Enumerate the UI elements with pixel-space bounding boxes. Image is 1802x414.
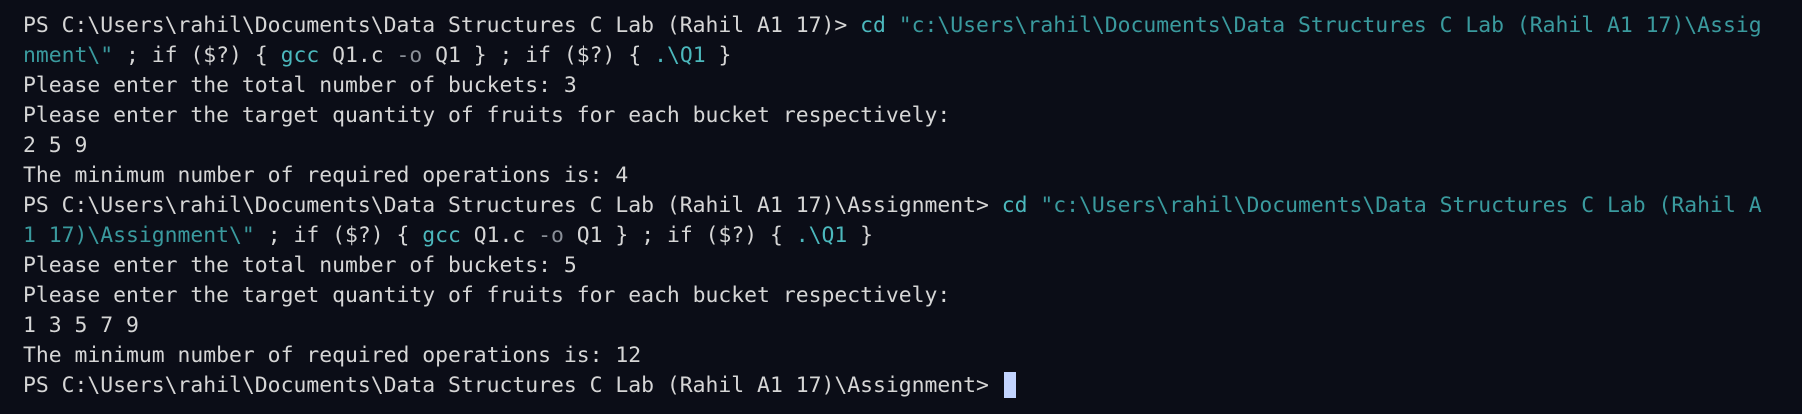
terminal-text-segment: }	[847, 223, 874, 248]
terminal-line: nment\" ; if ($?) { gcc Q1.c -o Q1 } ; i…	[23, 41, 1802, 71]
terminal-text-segment: Q1.c	[473, 223, 539, 248]
terminal-text-segment: cd	[860, 13, 899, 38]
terminal-text-segment: Q1.c	[332, 43, 397, 68]
terminal-line: Please enter the total number of buckets…	[23, 251, 1802, 281]
terminal-text-segment: The minimum number of required operation…	[23, 343, 642, 368]
terminal-text-segment: ; if ($?) {	[254, 223, 423, 248]
terminal-text-segment: "c:\Users\rahil\Documents\Data Structure…	[1040, 193, 1762, 218]
terminal-text-segment: The minimum number of required operation…	[23, 163, 629, 188]
terminal-text-segment: nment\"	[23, 43, 114, 68]
terminal-text-segment: 1 17)\Assignment\"	[23, 223, 255, 248]
terminal-line: Please enter the target quantity of frui…	[23, 281, 1802, 311]
terminal-text-segment: }	[705, 43, 732, 68]
terminal-text-segment: Please enter the total number of buckets…	[23, 253, 577, 278]
terminal-text-segment: PS C:\Users\rahil\Documents\Data Structu…	[23, 373, 1002, 398]
terminal-text-segment: gcc	[280, 43, 333, 68]
terminal-text-segment: .\Q1	[654, 43, 706, 68]
terminal-line: 1 17)\Assignment\" ; if ($?) { gcc Q1.c …	[23, 221, 1802, 251]
terminal-line: 2 5 9	[23, 131, 1802, 161]
terminal-line: The minimum number of required operation…	[23, 341, 1802, 371]
terminal-line: PS C:\Users\rahil\Documents\Data Structu…	[23, 191, 1802, 221]
terminal-text-segment: Please enter the target quantity of frui…	[23, 103, 951, 128]
terminal-line: The minimum number of required operation…	[23, 161, 1802, 191]
terminal-text-segment: Please enter the target quantity of frui…	[23, 283, 951, 308]
terminal-text-segment: PS C:\Users\rahil\Documents\Data Structu…	[23, 13, 861, 38]
terminal-text-segment: .\Q1	[795, 223, 848, 248]
terminal-text-segment: cd	[1001, 193, 1041, 218]
terminal-text-segment: 1 3 5 7 9	[23, 313, 139, 338]
terminal-text-segment: -o	[396, 43, 436, 68]
terminal-text-segment: PS C:\Users\rahil\Documents\Data Structu…	[23, 193, 1002, 218]
terminal-text-segment: gcc	[422, 223, 474, 248]
terminal-text-segment: ; if ($?) {	[113, 43, 281, 68]
terminal-cursor[interactable]	[1003, 372, 1016, 398]
terminal-text-segment: 2 5 9	[23, 133, 88, 158]
terminal-line: PS C:\Users\rahil\Documents\Data Structu…	[23, 11, 1802, 41]
terminal-text-segment: "c:\Users\rahil\Documents\Data Structure…	[898, 13, 1762, 38]
terminal-text-segment: Q1 } ; if ($?) {	[576, 223, 796, 248]
terminal-line: Please enter the total number of buckets…	[23, 71, 1802, 101]
terminal-text-segment: Please enter the total number of buckets…	[23, 73, 577, 98]
terminal-line: 1 3 5 7 9	[23, 311, 1802, 341]
terminal-line: PS C:\Users\rahil\Documents\Data Structu…	[23, 371, 1802, 401]
terminal-line: Please enter the target quantity of frui…	[23, 101, 1802, 131]
terminal-text-segment: Q1 } ; if ($?) {	[435, 43, 655, 68]
terminal-output[interactable]: PS C:\Users\rahil\Documents\Data Structu…	[0, 0, 1802, 414]
terminal-text-segment: -o	[538, 223, 577, 248]
